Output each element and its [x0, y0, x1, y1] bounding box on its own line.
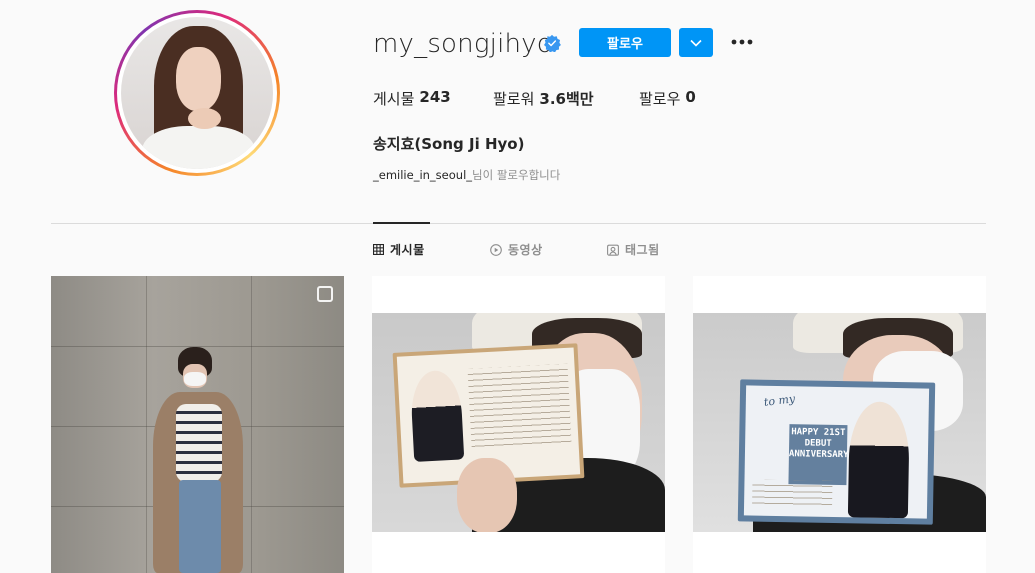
more-options-icon	[731, 39, 753, 45]
following-label: 팔로우	[639, 90, 681, 108]
card-text-lines	[467, 363, 572, 449]
posts-count: 게시물 243	[373, 88, 493, 109]
post-thumbnail-1[interactable]	[51, 276, 344, 573]
profile-username: my_songjihyo	[373, 29, 553, 59]
grid-icon	[373, 244, 384, 255]
tab-tagged-label: 태그됨	[625, 243, 660, 257]
followed-by-account[interactable]: _emilie_in_seoul_	[373, 168, 472, 182]
anniversary-card: to my HAPPY 21ST DEBUT ANNIVERSARY!	[737, 379, 936, 525]
tab-posts-label: 게시물	[390, 243, 425, 257]
verified-badge-icon	[543, 34, 561, 52]
tab-posts[interactable]: 게시물	[373, 241, 425, 258]
striped-sweater	[176, 404, 222, 482]
post-thumbnail-2[interactable]	[372, 276, 665, 573]
tab-tagged[interactable]: 태그됨	[607, 241, 660, 258]
active-tab-indicator	[373, 222, 430, 224]
followers-link[interactable]: 팔로워 3.6백만	[493, 88, 639, 109]
posts-value: 243	[419, 88, 451, 106]
profile-avatar-ring[interactable]	[114, 10, 280, 176]
profile-stats: 게시물 243 팔로워 3.6백만 팔로우 0	[373, 88, 696, 109]
tab-videos[interactable]: 동영상	[490, 241, 543, 258]
card-portrait	[847, 401, 910, 519]
avatar-gap	[117, 13, 277, 173]
post-photo	[372, 313, 665, 532]
tagged-icon	[607, 244, 619, 256]
following-link[interactable]: 팔로우 0	[639, 88, 696, 109]
multiple-photos-icon	[317, 286, 333, 302]
avatar-shirt	[142, 126, 255, 169]
posts-label: 게시물	[373, 90, 415, 108]
profile-full-name: 송지효(Song Ji Hyo)	[373, 135, 525, 153]
following-value: 0	[685, 88, 696, 106]
video-icon	[490, 243, 502, 256]
followers-value: 3.6백만	[539, 90, 594, 108]
jeans	[179, 480, 221, 573]
post-thumbnail-3[interactable]: to my HAPPY 21ST DEBUT ANNIVERSARY!	[693, 276, 986, 573]
followers-label: 팔로워	[493, 90, 535, 108]
avatar[interactable]	[121, 17, 273, 169]
chevron-down-icon	[690, 39, 702, 47]
wall-seam	[251, 276, 252, 573]
tab-videos-label: 동영상	[508, 243, 543, 257]
follow-button[interactable]: 팔로우	[579, 28, 671, 57]
card-banner: HAPPY 21ST DEBUT ANNIVERSARY!	[788, 424, 854, 486]
wall-seam	[146, 276, 147, 573]
followed-by-suffix: 님이 팔로우합니다	[472, 168, 561, 182]
tabs-divider	[51, 223, 986, 224]
profile-tabs: 게시물 동영상 태그됨	[0, 241, 1035, 261]
card-portrait	[409, 369, 465, 462]
avatar-face	[175, 47, 222, 112]
followed-by-text[interactable]: _emilie_in_seoul_님이 팔로우합니다	[373, 167, 560, 183]
post-photo: to my HAPPY 21ST DEBUT ANNIVERSARY!	[693, 313, 986, 532]
hand	[457, 458, 517, 532]
face-mask	[184, 372, 206, 386]
suggested-dropdown-button[interactable]	[679, 28, 713, 57]
more-options-button[interactable]	[729, 30, 755, 54]
card-text-lines	[752, 479, 833, 509]
